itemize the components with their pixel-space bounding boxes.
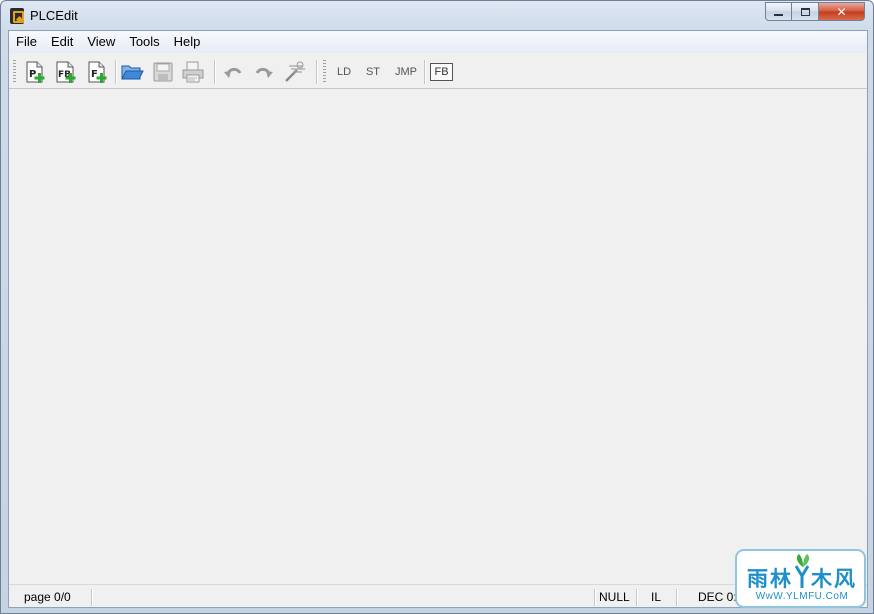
- watermark-char: 林: [770, 567, 791, 591]
- status-number-format: DEC 0:: [698, 590, 737, 604]
- open-folder-icon: [121, 65, 144, 80]
- new-function-block-icon: FB: [56, 61, 76, 83]
- undo-icon: [224, 67, 242, 78]
- watermark-char: 雨: [747, 567, 768, 591]
- watermark-char: 木: [811, 567, 832, 591]
- print-button[interactable]: [180, 59, 206, 85]
- status-divider: [676, 589, 677, 606]
- menu-view[interactable]: View: [80, 31, 122, 53]
- jmp-button[interactable]: JMP: [392, 59, 420, 85]
- caption-buttons: ✕: [765, 2, 865, 21]
- new-program-button[interactable]: P: [22, 59, 48, 85]
- minimize-icon: [774, 13, 783, 16]
- toolbar-separator: [424, 60, 425, 84]
- client-area: File Edit View Tools Help P FB F LD ST J…: [8, 30, 868, 608]
- toolbar-grip[interactable]: [13, 60, 16, 84]
- watermark-char: 风: [834, 567, 855, 591]
- maximize-icon: [800, 7, 810, 16]
- menu-edit[interactable]: Edit: [44, 31, 80, 53]
- close-button[interactable]: ✕: [819, 2, 865, 21]
- auto-format-button[interactable]: [282, 59, 308, 85]
- save-button[interactable]: [150, 59, 176, 85]
- new-function-icon: F: [88, 61, 107, 83]
- new-function-button[interactable]: F: [84, 59, 110, 85]
- status-value: NULL: [599, 590, 630, 604]
- status-divider: [91, 589, 92, 606]
- save-icon: [153, 62, 173, 82]
- menu-tools[interactable]: Tools: [122, 31, 166, 53]
- print-icon: [182, 61, 204, 83]
- window-title: PLCEdit: [30, 8, 78, 23]
- menu-help[interactable]: Help: [167, 31, 208, 53]
- st-button[interactable]: ST: [362, 59, 384, 85]
- menu-file[interactable]: File: [9, 31, 44, 53]
- watermark-logo: 雨 林 木 风 WwW.YLMFU.CoM: [735, 549, 866, 608]
- y-shape-icon: [795, 565, 809, 588]
- toolbar: P FB F LD ST JMP FB: [9, 54, 867, 89]
- title-bar[interactable]: PLCEdit ✕: [1, 1, 873, 30]
- status-mode: IL: [651, 590, 662, 604]
- undo-button[interactable]: [220, 59, 246, 85]
- status-divider: [636, 589, 637, 606]
- maximize-button[interactable]: [792, 2, 819, 21]
- close-icon: ✕: [836, 4, 847, 19]
- redo-button[interactable]: [251, 59, 277, 85]
- new-program-icon: P: [26, 61, 45, 83]
- toolbar-grip[interactable]: [323, 60, 326, 84]
- status-divider: [594, 589, 595, 606]
- toolbar-separator: [115, 60, 116, 84]
- toolbar-separator: [316, 60, 317, 84]
- plcedit-app-icon[interactable]: [10, 8, 24, 24]
- magic-wand-icon: [285, 61, 305, 82]
- redo-icon: [255, 67, 273, 78]
- toolbar-separator: [214, 60, 215, 84]
- fb-button[interactable]: FB: [430, 63, 453, 81]
- minimize-button[interactable]: [765, 2, 792, 21]
- watermark-url: WwW.YLMFU.CoM: [755, 591, 849, 602]
- new-function-block-button[interactable]: FB: [53, 59, 79, 85]
- open-button[interactable]: [119, 59, 145, 85]
- status-page: page 0/0: [24, 590, 71, 604]
- application-window: PLCEdit ✕ File Edit View Tools Help P FB…: [0, 0, 874, 614]
- menu-bar: File Edit View Tools Help: [9, 31, 867, 53]
- editor-workspace[interactable]: [9, 90, 867, 583]
- ld-button[interactable]: LD: [332, 59, 356, 85]
